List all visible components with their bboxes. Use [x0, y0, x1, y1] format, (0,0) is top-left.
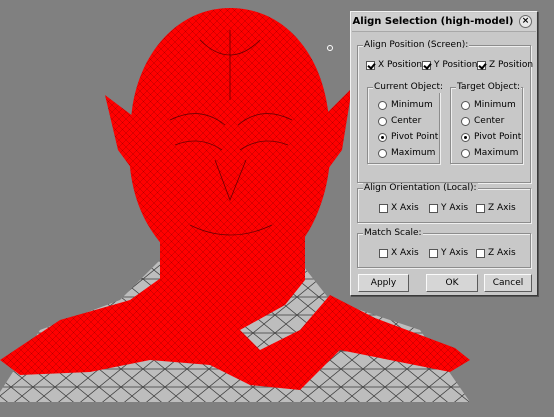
radio-icon [378, 148, 387, 158]
checkbox-icon [366, 60, 375, 70]
scale-z-axis-label: Z Axis [488, 248, 516, 258]
radio-icon [461, 132, 470, 142]
x-position-checkbox[interactable]: X Position [366, 60, 422, 70]
y-position-label: Y Position [434, 60, 478, 70]
target-pivot-point-label: Pivot Point [474, 132, 522, 142]
scale-y-axis-label: Y Axis [441, 248, 469, 258]
current-minimum-label: Minimum [391, 100, 433, 110]
checkbox-icon [477, 60, 486, 70]
checkbox-icon [476, 248, 485, 258]
target-maximum-label: Maximum [474, 148, 519, 158]
orientation-y-axis-label: Y Axis [441, 203, 469, 213]
checkbox-icon [429, 248, 438, 258]
checkbox-icon [379, 248, 388, 258]
radio-icon [378, 132, 387, 142]
scale-y-axis-checkbox[interactable]: Y Axis [429, 248, 468, 258]
align-orientation-group: Align Orientation (Local): X Axis Y Axis… [357, 183, 531, 223]
checkbox-icon [422, 60, 431, 70]
current-object-label: Current Object: [373, 82, 445, 93]
current-center-label: Center [391, 116, 422, 126]
radio-icon [461, 148, 470, 158]
radio-icon [461, 116, 470, 126]
target-object-label: Target Object: [456, 82, 522, 93]
target-maximum-radio[interactable]: Maximum [461, 148, 518, 158]
current-minimum-radio[interactable]: Minimum [378, 100, 433, 110]
radio-icon [378, 100, 387, 110]
z-position-checkbox[interactable]: Z Position [477, 60, 533, 70]
current-pivot-point-radio[interactable]: Pivot Point [378, 132, 438, 142]
target-pivot-point-radio[interactable]: Pivot Point [461, 132, 521, 142]
checkbox-icon [429, 203, 438, 213]
current-center-radio[interactable]: Center [378, 116, 421, 126]
target-object-group: Target Object: Minimum Center Pivot Poin… [450, 82, 523, 164]
target-center-radio[interactable]: Center [461, 116, 504, 126]
checkbox-icon [476, 203, 485, 213]
radio-icon [461, 100, 470, 110]
align-selection-dialog: Align Selection (high-model) × Align Pos… [350, 11, 538, 296]
align-orientation-label: Align Orientation (Local): [363, 183, 478, 194]
target-minimum-radio[interactable]: Minimum [461, 100, 516, 110]
orientation-x-axis-label: X Axis [391, 203, 419, 213]
x-position-label: X Position [378, 60, 423, 70]
current-pivot-point-label: Pivot Point [391, 132, 439, 142]
close-icon[interactable]: × [519, 15, 532, 28]
dialog-titlebar[interactable]: Align Selection (high-model) × [352, 13, 536, 32]
checkbox-icon [379, 203, 388, 213]
y-position-checkbox[interactable]: Y Position [422, 60, 477, 70]
z-position-label: Z Position [489, 60, 534, 70]
align-position-group: Align Position (Screen): X Position Y Po… [357, 40, 533, 183]
target-minimum-label: Minimum [474, 100, 516, 110]
ok-button[interactable]: OK [426, 274, 478, 292]
apply-button[interactable]: Apply [358, 274, 409, 292]
scale-x-axis-label: X Axis [391, 248, 419, 258]
current-object-group: Current Object: Minimum Center Pivot Poi… [367, 82, 445, 164]
scale-x-axis-checkbox[interactable]: X Axis [379, 248, 419, 258]
orientation-x-axis-checkbox[interactable]: X Axis [379, 203, 419, 213]
target-center-label: Center [474, 116, 505, 126]
orientation-z-axis-label: Z Axis [488, 203, 516, 213]
current-maximum-label: Maximum [391, 148, 436, 158]
match-scale-group: Match Scale: X Axis Y Axis Z Axis [357, 228, 531, 268]
scale-z-axis-checkbox[interactable]: Z Axis [476, 248, 516, 258]
match-scale-label: Match Scale: [363, 228, 423, 239]
cancel-button[interactable]: Cancel [484, 274, 532, 292]
current-maximum-radio[interactable]: Maximum [378, 148, 435, 158]
radio-icon [378, 116, 387, 126]
dialog-title: Align Selection (high-model) [352, 16, 514, 27]
align-position-label: Align Position (Screen): [363, 40, 470, 51]
orientation-y-axis-checkbox[interactable]: Y Axis [429, 203, 468, 213]
orientation-z-axis-checkbox[interactable]: Z Axis [476, 203, 516, 213]
